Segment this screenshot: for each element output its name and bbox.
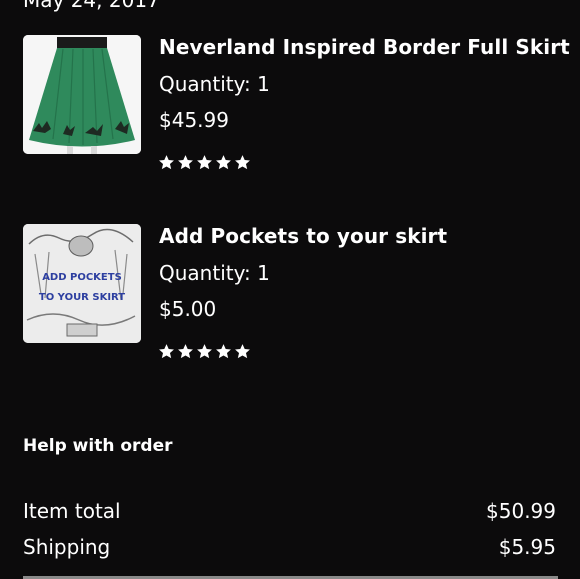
item-title[interactable]: Neverland Inspired Border Full Skirt — [159, 35, 570, 59]
star-icon — [197, 344, 212, 359]
star-icon — [197, 155, 212, 170]
order-item: ADD POCKETS TO YOUR SKIRT Add Pockets to… — [0, 224, 580, 384]
item-price: $5.00 — [159, 297, 217, 321]
star-icon — [216, 155, 231, 170]
item-total-label: Item total — [23, 499, 121, 523]
item-thumbnail[interactable]: ADD POCKETS TO YOUR SKIRT — [23, 224, 141, 343]
star-icon — [178, 155, 193, 170]
shipping-label: Shipping — [23, 535, 111, 559]
star-icon — [159, 344, 174, 359]
skirt-photo-icon — [23, 35, 141, 154]
item-price: $45.99 — [159, 108, 229, 132]
star-icon — [235, 344, 250, 359]
image-caption-line1: ADD POCKETS — [42, 272, 122, 283]
item-total-value: $50.99 — [486, 499, 556, 523]
add-pockets-illustration-icon: ADD POCKETS TO YOUR SKIRT — [23, 224, 141, 343]
order-item: Neverland Inspired Border Full Skirt Qua… — [0, 35, 580, 195]
item-title[interactable]: Add Pockets to your skirt — [159, 224, 447, 248]
item-quantity: Quantity: 1 — [159, 261, 270, 285]
shipping-row: Shipping $5.95 — [23, 535, 556, 559]
rating-stars — [158, 154, 251, 171]
item-quantity: Quantity: 1 — [159, 72, 270, 96]
star-icon — [235, 155, 250, 170]
order-date: May 24, 2017 — [23, 0, 160, 12]
rating-stars — [158, 343, 251, 360]
image-caption-line2: TO YOUR SKIRT — [39, 292, 125, 303]
item-thumbnail[interactable] — [23, 35, 141, 154]
star-icon — [216, 344, 231, 359]
shipping-value: $5.95 — [498, 535, 556, 559]
item-total-row: Item total $50.99 — [23, 499, 556, 523]
help-with-order-link[interactable]: Help with order — [23, 436, 173, 456]
star-icon — [159, 155, 174, 170]
star-icon — [178, 344, 193, 359]
